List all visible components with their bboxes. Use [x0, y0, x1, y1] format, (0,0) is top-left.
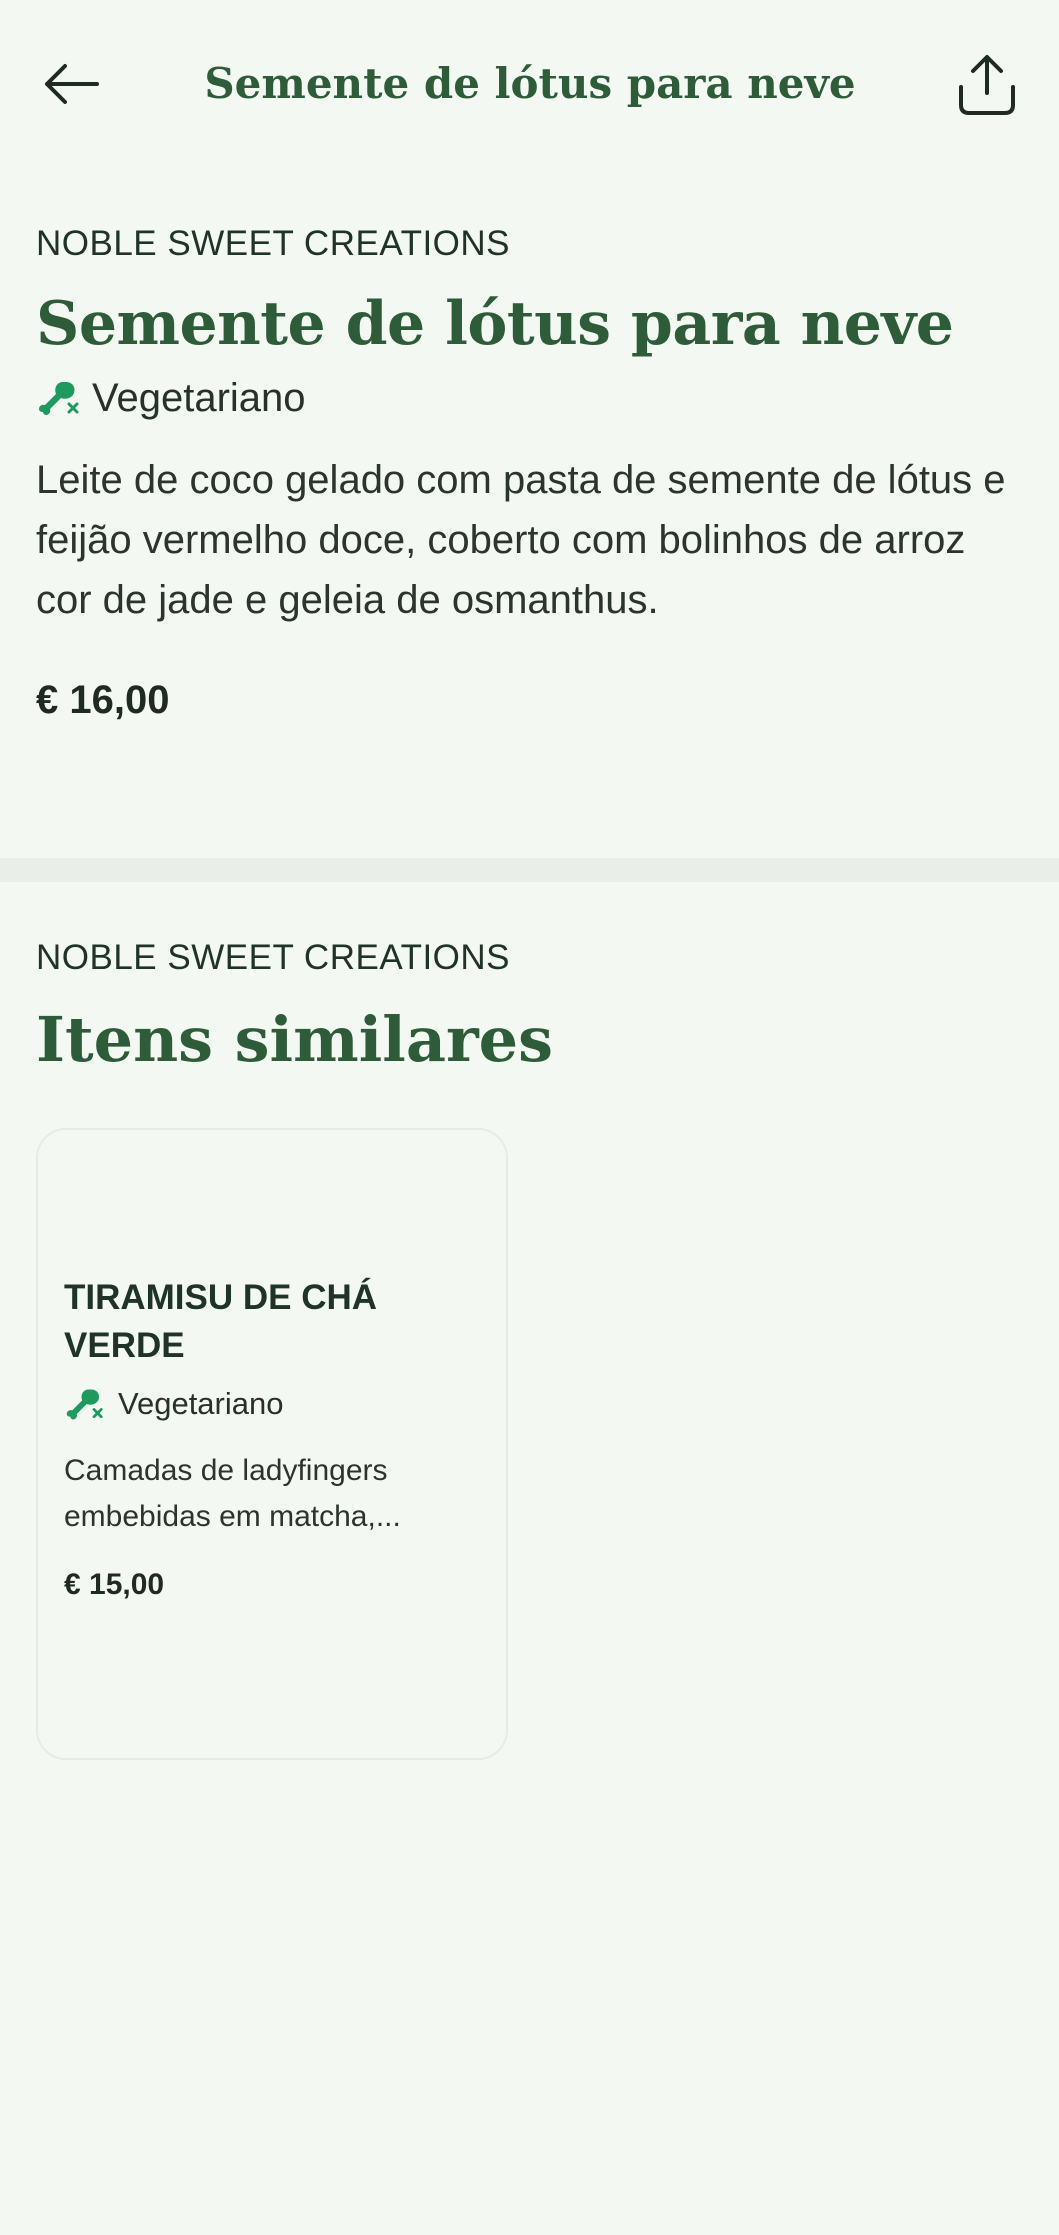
- restaurant-name: NOBLE SWEET CREATIONS: [36, 224, 511, 263]
- item-title: Semente de lótus para neve: [36, 289, 954, 359]
- similar-item-card[interactable]: TIRAMISU DE CHÁ VERDE Vegetariano Camada…: [36, 1128, 508, 1760]
- diet-label: Vegetariano: [92, 375, 306, 420]
- arrow-left-icon: [45, 64, 99, 104]
- back-button[interactable]: [36, 52, 106, 116]
- no-meat-icon: [66, 1389, 103, 1420]
- no-meat-icon: [39, 382, 79, 415]
- similar-item-description: Camadas de ladyfingers embebidas em matc…: [64, 1454, 401, 1533]
- similar-item-price: € 15,00: [64, 1568, 165, 1601]
- similar-item-diet-label: Vegetariano: [118, 1386, 284, 1421]
- top-bar: Semente de lótus para neve: [0, 0, 1059, 170]
- share-icon: [959, 55, 1015, 115]
- similar-restaurant-name: NOBLE SWEET CREATIONS: [36, 938, 511, 977]
- item-price: € 16,00: [36, 678, 170, 722]
- item-description: Leite de coco gelado com pasta de sement…: [36, 458, 1006, 622]
- similar-items-section: NOBLE SWEET CREATIONS Itens similares: [36, 936, 1026, 1078]
- diet-tag: Vegetariano: [36, 372, 1026, 424]
- similar-item-diet-tag: Vegetariano: [64, 1384, 484, 1424]
- similar-items-title: Itens similares: [36, 1003, 554, 1076]
- top-bar-title: Semente de lótus para neve: [204, 59, 856, 108]
- section-divider: [0, 858, 1059, 882]
- share-button[interactable]: [950, 48, 1024, 122]
- similar-item-title: TIRAMISU DE CHÁ VERDE: [64, 1278, 378, 1365]
- item-detail: NOBLE SWEET CREATIONS Semente de lótus p…: [36, 222, 1026, 723]
